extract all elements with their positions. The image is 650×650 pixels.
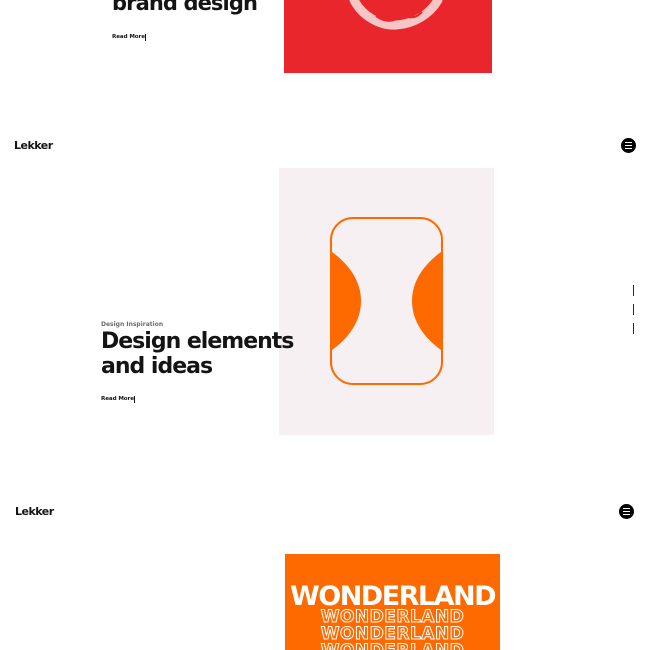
slide-one-read-more-link[interactable]: Read More	[112, 34, 145, 40]
slide-two-read-more-bar	[134, 396, 135, 403]
slide-one-image	[284, 0, 492, 73]
slide-three-poster: WONDERLAND WONDERLAND WONDERLAND WONDERL…	[285, 554, 500, 650]
slide-pager-dot-2[interactable]	[633, 304, 635, 315]
slide-two-read-more-link[interactable]: Read More	[101, 396, 134, 402]
wonderland-poster: WONDERLAND WONDERLAND WONDERLAND WONDERL…	[285, 554, 500, 650]
hamburger-menu-icon-secondary[interactable]	[619, 504, 634, 519]
site-logo[interactable]: Lekker	[14, 139, 53, 152]
slide-two-image	[279, 168, 494, 435]
slide-one-read-more-bar	[145, 34, 146, 41]
slide-pager-dot-1[interactable]	[633, 285, 635, 296]
slide-one-heading: brand design	[112, 0, 258, 15]
slide-two-title-line2: and ideas	[101, 354, 213, 379]
slide-pager-dot-3[interactable]	[633, 323, 635, 334]
site-logo-secondary[interactable]: Lekker	[15, 505, 54, 518]
hamburger-menu-icon[interactable]	[621, 138, 636, 153]
slide-two-title-line1: Design elements	[101, 329, 294, 354]
poster-echo-text-3: WONDERLAND	[321, 641, 465, 650]
leaf-wreath-icon	[284, 0, 492, 73]
slide-two-eyebrow: Design Inspiration	[101, 321, 164, 328]
slide-two-title: Design elements and ideas	[101, 329, 294, 379]
hourglass-icon	[279, 168, 494, 435]
